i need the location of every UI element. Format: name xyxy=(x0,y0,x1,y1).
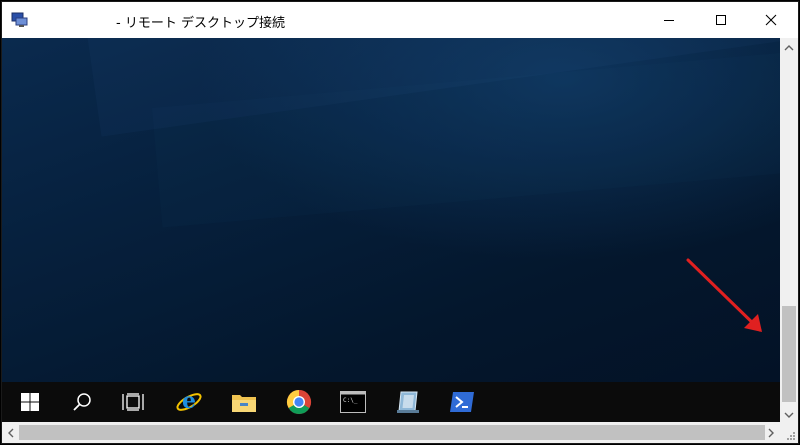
close-button[interactable] xyxy=(748,2,794,38)
folder-icon xyxy=(231,391,257,413)
powershell-button[interactable] xyxy=(440,382,484,422)
vertical-scrollbar[interactable] xyxy=(780,38,798,422)
internet-explorer-icon: e xyxy=(175,388,203,416)
taskbar: e C:\_ xyxy=(2,382,780,422)
chrome-button[interactable] xyxy=(277,382,321,422)
powershell-icon xyxy=(449,391,475,413)
svg-text:e: e xyxy=(182,388,196,414)
horizontal-scrollbar[interactable] xyxy=(2,422,780,443)
chrome-icon xyxy=(286,389,312,415)
scroll-left-button[interactable] xyxy=(2,422,19,443)
search-button[interactable] xyxy=(60,382,104,422)
remote-desktop-icon xyxy=(11,12,29,28)
remote-desktop-window: - リモート デスクトップ接続 e C:\_ xyxy=(1,1,799,444)
task-view-icon xyxy=(122,393,144,411)
command-prompt-button[interactable]: C:\_ xyxy=(331,382,375,422)
minimize-icon xyxy=(663,14,675,26)
maximize-button[interactable] xyxy=(698,2,744,38)
window-title: - リモート デスクトップ接続 xyxy=(116,16,285,31)
internet-explorer-button[interactable]: e xyxy=(167,382,211,422)
start-button[interactable] xyxy=(8,382,52,422)
scroll-down-button[interactable] xyxy=(780,405,798,422)
chevron-left-icon xyxy=(7,423,15,442)
chevron-down-icon xyxy=(784,404,794,423)
chevron-up-icon xyxy=(784,37,794,56)
remote-desktop-area[interactable] xyxy=(2,38,780,382)
task-view-button[interactable] xyxy=(111,382,155,422)
resize-grip[interactable] xyxy=(780,422,798,443)
app-button[interactable] xyxy=(386,382,430,422)
chevron-right-icon xyxy=(767,423,775,442)
scroll-up-button[interactable] xyxy=(780,38,798,55)
scroll-right-button[interactable] xyxy=(762,422,779,443)
horizontal-scroll-thumb[interactable] xyxy=(19,425,765,440)
svg-text:C:\_: C:\_ xyxy=(343,397,358,404)
title-bar[interactable]: - リモート デスクトップ接続 xyxy=(2,2,798,38)
search-icon xyxy=(72,392,92,412)
maximize-icon xyxy=(715,14,727,26)
minimize-button[interactable] xyxy=(646,2,692,38)
app-icon xyxy=(395,390,421,414)
command-prompt-icon: C:\_ xyxy=(340,391,366,413)
windows-logo-icon xyxy=(21,393,39,411)
close-icon xyxy=(765,14,777,26)
file-explorer-button[interactable] xyxy=(222,382,266,422)
vertical-scroll-thumb[interactable] xyxy=(782,306,796,402)
